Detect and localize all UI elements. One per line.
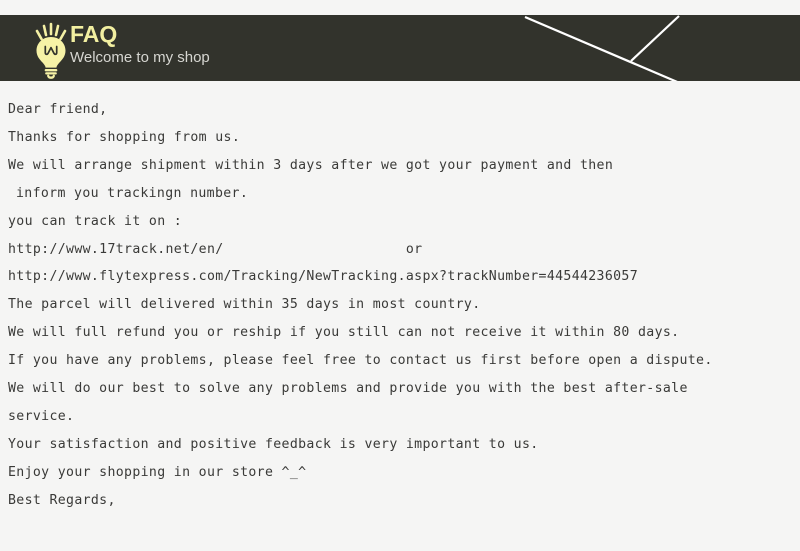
faq-text-line: inform you trackingn number. — [16, 185, 249, 201]
faq-text-line: We will do our best to solve any problem… — [8, 381, 688, 397]
faq-text-line: Your satisfaction and positive feedback … — [8, 436, 539, 452]
faq-body-text: Dear friend, Thanks for shopping from us.… — [8, 96, 798, 515]
faq-text-line: Dear friend, — [8, 102, 108, 117]
faq-text-line: http://www.flytexpress.com/Tracking/NewT… — [8, 269, 639, 285]
faq-text-line: http://www.17track.net/en/ or — [8, 241, 423, 257]
faq-text-line: The parcel will delivered within 35 days… — [8, 297, 481, 313]
faq-text-line: Best Regards, — [8, 492, 116, 508]
header-text-block: FAQ Welcome to my shop — [70, 21, 490, 68]
lightbulb-icon — [35, 22, 67, 79]
faq-text-line: Thanks for shopping from us. — [8, 129, 241, 145]
faq-text-line: We will arrange shipment within 3 days a… — [8, 157, 614, 173]
faq-text-line: Enjoy your shopping in our store ^_^ — [8, 464, 307, 480]
faq-text-line: you can track it on : — [8, 213, 183, 229]
page-subtitle: Welcome to my shop — [70, 49, 210, 66]
faq-text-line: If you have any problems, please feel fr… — [8, 353, 713, 369]
faq-page: FAQ Welcome to my shop Dear friend, Thank… — [0, 0, 800, 551]
faq-text-line: service. — [8, 408, 75, 424]
page-title: FAQ — [70, 21, 118, 47]
faq-header-banner: FAQ Welcome to my shop — [0, 15, 800, 81]
faq-text-line: We will full refund you or reship if you… — [8, 325, 680, 341]
